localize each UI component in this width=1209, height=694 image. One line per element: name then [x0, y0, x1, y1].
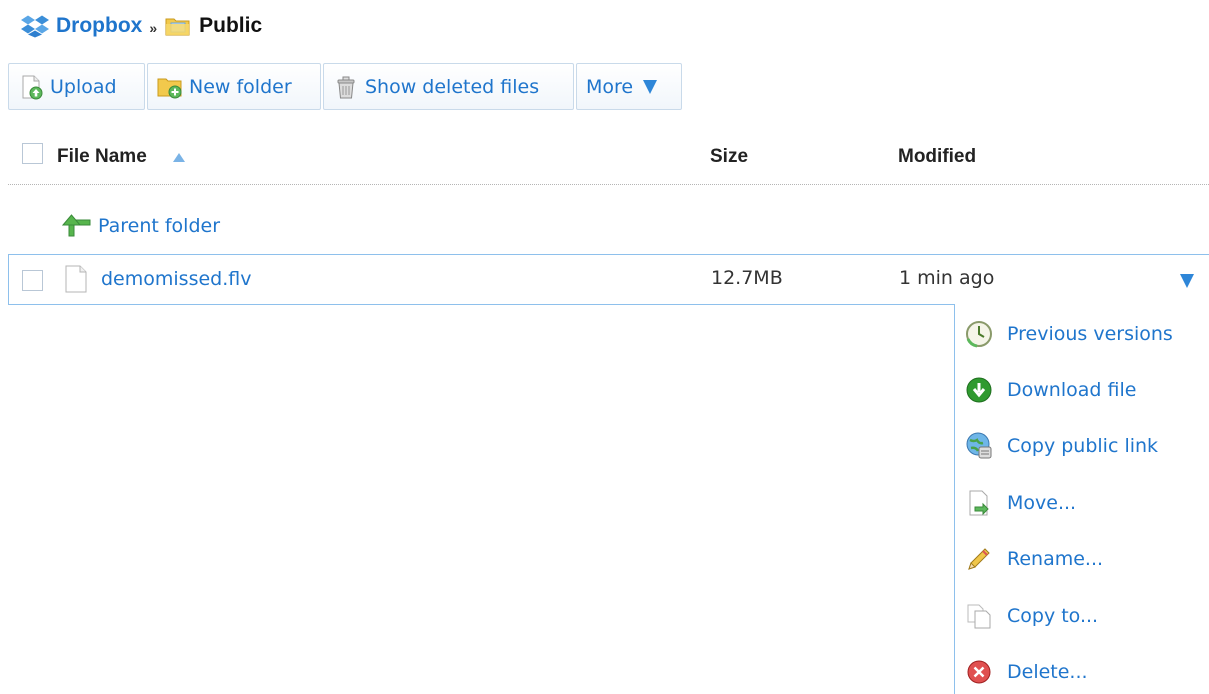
file-size: 12.7MB: [711, 267, 783, 289]
file-modified: 1 min ago: [899, 267, 995, 289]
file-name-link[interactable]: demomissed.flv: [101, 268, 251, 290]
delete-icon: [967, 660, 991, 684]
move-icon: [969, 490, 989, 516]
menu-item-label: Download file: [1007, 379, 1137, 401]
menu-item-copy-public-link[interactable]: Copy public link: [955, 424, 1209, 468]
menu-item-previous-versions[interactable]: Previous versions: [955, 312, 1209, 356]
upload-button[interactable]: Upload: [8, 63, 145, 110]
pencil-icon: [968, 548, 990, 570]
row-actions-chevron-icon[interactable]: [1180, 274, 1194, 288]
column-header-file-name[interactable]: File Name: [57, 146, 147, 168]
download-icon: [966, 377, 992, 403]
more-button[interactable]: More: [576, 63, 682, 110]
globe-link-icon: [966, 432, 992, 459]
new-folder-icon: [157, 78, 182, 98]
menu-item-download-file[interactable]: Download file: [955, 368, 1209, 412]
file-icon: [65, 265, 87, 293]
menu-item-move[interactable]: Move...: [955, 481, 1209, 525]
breadcrumb-separator: »: [149, 20, 158, 36]
parent-folder-link[interactable]: Parent folder: [62, 212, 220, 240]
new-folder-button[interactable]: New folder: [147, 63, 321, 110]
sort-ascending-icon: [173, 153, 185, 162]
parent-folder-arrow-icon: [62, 214, 91, 237]
menu-item-copy-to[interactable]: Copy to...: [955, 594, 1209, 638]
dropbox-logo-icon: [21, 15, 49, 38]
menu-item-rename[interactable]: Rename...: [955, 537, 1209, 581]
menu-item-label: Move...: [1007, 492, 1077, 514]
clock-icon: [966, 321, 992, 348]
upload-label: Upload: [50, 75, 117, 98]
trash-icon: [337, 76, 355, 98]
upload-icon: [22, 75, 43, 99]
public-folder-icon: [165, 18, 190, 36]
menu-item-delete[interactable]: Delete...: [955, 650, 1209, 694]
more-label: More: [586, 75, 634, 98]
column-header-size: Size: [710, 146, 749, 167]
column-header-modified: Modified: [898, 146, 977, 167]
menu-item-label: Copy to...: [1007, 605, 1099, 627]
breadcrumb: Dropbox » Public: [20, 12, 262, 40]
menu-item-label: Rename...: [1007, 548, 1104, 570]
menu-item-label: Delete...: [1007, 661, 1088, 683]
file-list-header: File Name Size Modified: [8, 138, 1209, 185]
new-folder-label: New folder: [189, 75, 292, 98]
breadcrumb-root-link[interactable]: Dropbox: [56, 14, 142, 38]
file-actions-menu: Previous versions Download file Copy pub…: [954, 304, 1209, 694]
menu-item-label: Copy public link: [1007, 435, 1159, 457]
parent-folder-label: Parent folder: [98, 215, 221, 237]
menu-item-label: Previous versions: [1007, 323, 1173, 345]
select-all-checkbox[interactable]: [22, 143, 43, 164]
show-deleted-files-button[interactable]: Show deleted files: [323, 63, 574, 110]
breadcrumb-current: Public: [199, 14, 263, 37]
show-deleted-files-label: Show deleted files: [365, 75, 540, 98]
copy-icon: [967, 604, 991, 629]
table-row[interactable]: demomissed.flv 12.7MB 1 min ago: [8, 254, 1209, 305]
file-row-checkbox[interactable]: [22, 270, 43, 291]
toolbar: Upload New folder Show deleted files Mor…: [8, 63, 684, 110]
chevron-down-icon: [643, 79, 658, 94]
